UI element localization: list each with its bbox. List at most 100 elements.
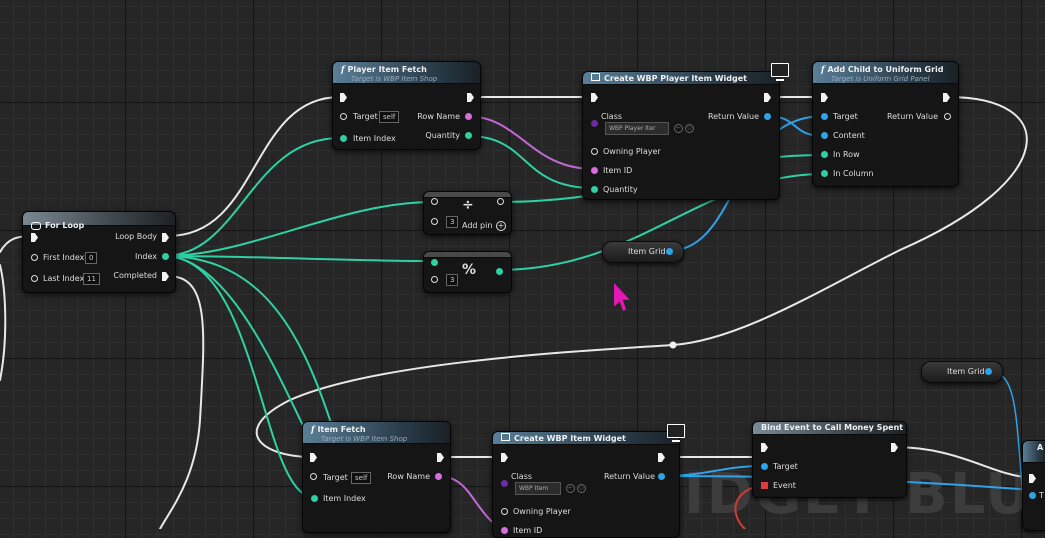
index-pin[interactable] (162, 253, 169, 260)
partial-node[interactable]: A T (1022, 440, 1045, 531)
create-player-widget-title: Create WBP Player Item Widget (604, 74, 747, 83)
class-label: Class (511, 472, 533, 481)
last-index-input[interactable]: 11 (83, 273, 100, 285)
item-fetch-header: f Item Fetch Target is WBP Item Shop (303, 422, 450, 444)
int-wire (467, 135, 595, 189)
quantity-pin[interactable] (591, 186, 598, 193)
class-pin[interactable] (591, 120, 598, 127)
exec-out-pin[interactable] (943, 93, 950, 102)
bind-event-header: Bind Event to Call Money Spent (753, 422, 906, 435)
target-pin[interactable] (1029, 492, 1036, 499)
class-pin[interactable] (501, 480, 508, 487)
back-arrow-icon[interactable]: ← (566, 484, 575, 493)
return-value-pin[interactable] (764, 113, 771, 120)
exec-out-pin[interactable] (658, 453, 665, 462)
exec-out-pin[interactable] (891, 443, 898, 452)
class-dropdown[interactable]: WBP Item (515, 482, 561, 495)
modulo-node[interactable]: 3 % (423, 251, 512, 293)
divide-b-value[interactable]: 3 (446, 216, 459, 228)
row-name-pin[interactable] (465, 113, 472, 120)
name-wire (465, 115, 595, 170)
back-arrow-icon[interactable]: ← (674, 124, 683, 133)
return-value-label: Return Value (707, 112, 759, 121)
item-grid-output-pin-2[interactable] (985, 368, 992, 375)
return-value-pin[interactable] (658, 473, 665, 480)
divide-symbol: ÷ (462, 197, 474, 213)
exec-out-pin[interactable] (467, 93, 474, 102)
owning-player-pin[interactable] (501, 508, 508, 515)
item-grid-variable-node-2[interactable]: Item Grid (921, 361, 1003, 383)
loop-body-pin[interactable] (162, 233, 169, 242)
divide-node[interactable]: 3 ÷ Add pin + (423, 191, 512, 235)
completed-label: Completed (113, 271, 157, 280)
create-item-widget-header: Create WBP Item Widget (493, 432, 679, 445)
item-id-pin[interactable] (501, 527, 508, 534)
int-wire (163, 201, 434, 257)
first-index-pin[interactable] (31, 254, 38, 261)
exec-in-pin[interactable] (821, 93, 828, 102)
target-pin[interactable] (761, 463, 768, 470)
item-index-pin[interactable] (311, 495, 318, 502)
screen-icon (771, 63, 789, 81)
create-wbp-player-item-widget-node[interactable]: Create WBP Player Item Widget Class WBP … (582, 63, 789, 200)
add-pin-label[interactable]: Add pin (462, 221, 492, 231)
item-index-pin[interactable] (340, 135, 347, 142)
item-grid-output-pin[interactable] (666, 248, 673, 255)
exec-wire (892, 446, 1033, 479)
bind-event-node[interactable]: Bind Event to Call Money Spent Target Ev… (752, 421, 907, 498)
function-icon: f (821, 64, 825, 74)
last-index-pin[interactable] (31, 275, 38, 282)
owning-player-label: Owning Player (513, 507, 571, 516)
divide-input-a-pin[interactable] (431, 198, 438, 205)
exec-out-pin[interactable] (437, 453, 444, 462)
obj-wire (987, 370, 1026, 521)
divide-input-b-pin[interactable] (431, 218, 438, 225)
add-child-to-uniform-grid-node[interactable]: f Add Child to Uniform Grid Target is Uni… (812, 61, 959, 187)
exec-out-pin[interactable] (764, 93, 771, 102)
search-icon[interactable]: ○ (685, 124, 694, 133)
player-item-fetch-node[interactable]: f Player Item Fetch Target is WBP Item Sh… (332, 61, 481, 150)
loop-icon (31, 221, 41, 230)
quantity-pin[interactable] (465, 132, 472, 139)
search-icon[interactable]: ○ (577, 484, 586, 493)
return-value-label: Return Value (886, 112, 938, 121)
target-pin[interactable] (310, 473, 317, 480)
exec-in-pin[interactable] (761, 443, 768, 452)
return-value-pin[interactable] (944, 113, 951, 120)
for-loop-node[interactable]: For Loop First Index 0 Last Index 11 Loo… (22, 211, 176, 293)
create-wbp-item-widget-node[interactable]: Create WBP Item Widget Class WBP Item ← … (492, 424, 685, 538)
exec-in-pin[interactable] (501, 453, 508, 462)
owning-player-pin[interactable] (591, 148, 598, 155)
item-fetch-node[interactable]: f Item Fetch Target is WBP Item Shop Targ… (302, 421, 451, 533)
exec-in-pin[interactable] (310, 453, 317, 462)
function-icon: f (311, 424, 315, 434)
target-pin[interactable] (821, 113, 828, 120)
item-id-pin[interactable] (591, 167, 598, 174)
in-row-pin[interactable] (821, 151, 828, 158)
partial-node-title: A (1037, 443, 1044, 452)
item-grid-variable-node[interactable]: Item Grid (602, 241, 684, 263)
content-pin[interactable] (821, 132, 828, 139)
divide-output-pin[interactable] (497, 198, 504, 205)
add-child-header: f Add Child to Uniform Grid Target is Uni… (813, 62, 958, 84)
target-pin[interactable] (340, 113, 347, 120)
in-row-label: In Row (833, 150, 860, 159)
exec-in-pin[interactable] (1029, 474, 1036, 483)
modulo-input-b-pin[interactable] (431, 276, 438, 283)
partial-target-label: T (1039, 491, 1044, 500)
modulo-output-pin[interactable] (496, 268, 503, 275)
add-pin-icon[interactable]: + (496, 221, 506, 231)
exec-in-pin[interactable] (31, 233, 38, 242)
modulo-input-a-pin[interactable] (431, 259, 438, 266)
for-loop-title: For Loop (45, 221, 85, 230)
completed-pin[interactable] (162, 272, 169, 281)
event-pin[interactable] (761, 482, 768, 489)
exec-in-pin[interactable] (591, 93, 598, 102)
first-index-input[interactable]: 0 (85, 252, 98, 264)
create-item-widget-title: Create WBP Item Widget (514, 434, 626, 443)
exec-in-pin[interactable] (340, 93, 347, 102)
in-column-pin[interactable] (821, 170, 828, 177)
class-dropdown[interactable]: WBP Player Iter (605, 122, 669, 135)
modulo-b-value[interactable]: 3 (446, 274, 459, 286)
row-name-pin[interactable] (435, 473, 442, 480)
